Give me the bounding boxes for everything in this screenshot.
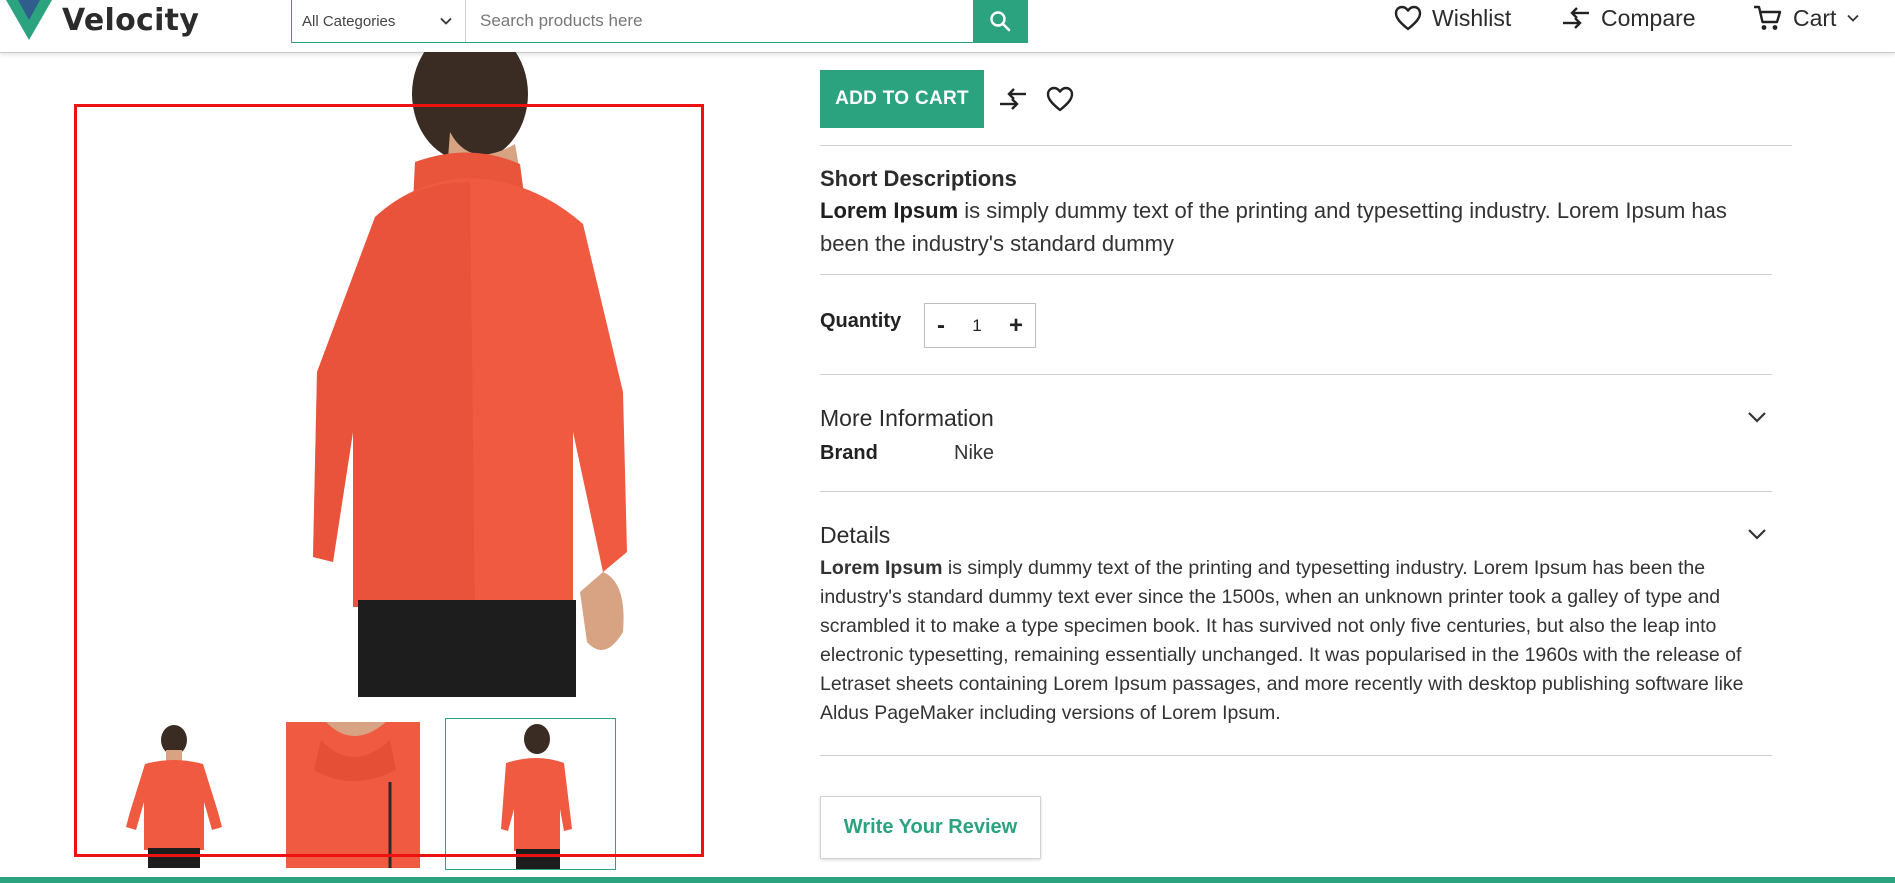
compare-button[interactable] bbox=[996, 82, 1030, 116]
write-review-button[interactable]: Write Your Review bbox=[820, 796, 1041, 859]
compare-arrows-icon bbox=[1563, 7, 1589, 29]
divider bbox=[820, 374, 1772, 375]
details-body: is simply dummy text of the printing and… bbox=[820, 557, 1744, 724]
category-select[interactable]: All Categories bbox=[292, 0, 466, 42]
footer-accent-bar bbox=[0, 877, 1895, 883]
search-button[interactable] bbox=[973, 0, 1027, 42]
short-description-text: Lorem Ipsum is simply dummy text of the … bbox=[820, 194, 1770, 260]
thumbnail-back-view[interactable] bbox=[445, 718, 616, 870]
add-to-cart-button[interactable]: ADD TO CART bbox=[820, 70, 984, 128]
chevron-down-icon bbox=[440, 17, 452, 25]
details-lead: Lorem Ipsum bbox=[820, 557, 943, 579]
search-bar: All Categories bbox=[291, 0, 1028, 43]
velocity-logo-icon bbox=[6, 0, 52, 40]
quantity-decrease-button[interactable]: - bbox=[933, 312, 949, 340]
compare-label: Compare bbox=[1601, 4, 1696, 31]
main-product-image[interactable] bbox=[75, 26, 703, 697]
divider bbox=[820, 491, 1772, 492]
logo[interactable]: Velocity bbox=[6, 0, 199, 40]
compare-arrows-icon bbox=[1000, 88, 1026, 110]
short-descriptions-title: Short Descriptions bbox=[820, 166, 1017, 191]
compare-link[interactable]: Compare bbox=[1561, 0, 1696, 36]
wishlist-label: Wishlist bbox=[1432, 4, 1512, 31]
thumbnail-image bbox=[286, 722, 420, 868]
chevron-down-icon[interactable] bbox=[1744, 404, 1770, 430]
wishlist-link[interactable]: Wishlist bbox=[1394, 0, 1511, 36]
brand-value: Nike bbox=[954, 442, 995, 464]
divider bbox=[820, 274, 1772, 275]
heart-icon bbox=[1394, 5, 1422, 31]
add-to-wishlist-button[interactable] bbox=[1043, 82, 1077, 116]
cart-label: Cart bbox=[1793, 4, 1837, 31]
category-selected-label: All Categories bbox=[302, 12, 396, 30]
thumbnail-image bbox=[126, 725, 222, 868]
heart-icon bbox=[1046, 86, 1074, 112]
cart-link[interactable]: Cart bbox=[1753, 0, 1860, 36]
more-information-toggle[interactable]: More Information bbox=[820, 405, 994, 432]
brand-name: Velocity bbox=[62, 2, 200, 38]
search-icon bbox=[990, 10, 1011, 31]
thumbnail-collar-detail[interactable] bbox=[286, 722, 420, 868]
divider bbox=[820, 755, 1772, 756]
divider bbox=[820, 145, 1792, 146]
brand-label: Brand bbox=[820, 442, 878, 464]
thumbnail-image bbox=[501, 724, 572, 869]
chevron-down-icon bbox=[1847, 14, 1860, 22]
short-description-lead: Lorem Ipsum bbox=[820, 198, 959, 223]
site-header: Velocity All Categories Wishlist bbox=[0, 0, 1895, 53]
cart-icon bbox=[1754, 5, 1782, 30]
quantity-value[interactable]: 1 bbox=[972, 316, 981, 336]
chevron-down-icon[interactable] bbox=[1744, 521, 1770, 547]
search-input[interactable] bbox=[466, 0, 973, 42]
quantity-stepper: - 1 + bbox=[924, 303, 1036, 348]
product-photo-back-view bbox=[313, 26, 627, 697]
details-text: Lorem Ipsum is simply dummy text of the … bbox=[820, 554, 1770, 728]
quantity-label: Quantity bbox=[820, 310, 902, 332]
thumbnail-front-view[interactable] bbox=[100, 722, 244, 868]
details-toggle[interactable]: Details bbox=[820, 522, 890, 549]
quantity-increase-button[interactable]: + bbox=[1005, 312, 1027, 340]
